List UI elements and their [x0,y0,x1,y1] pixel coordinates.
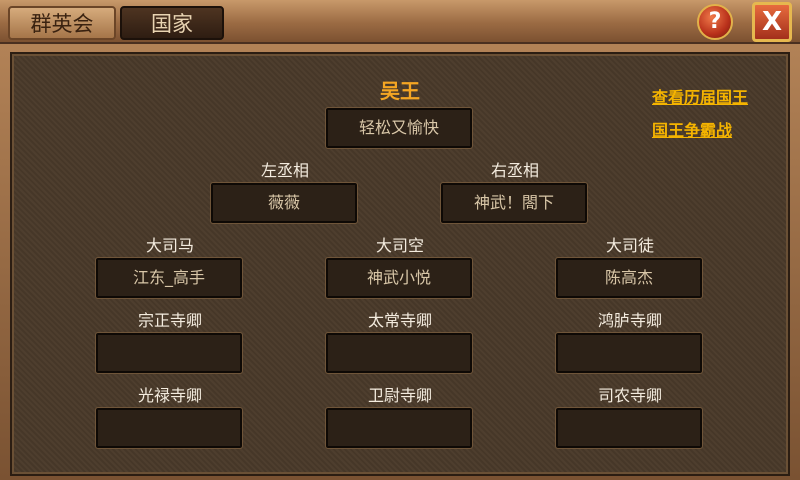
official-title: 大司空 [375,236,424,255]
right-minister-title: 右丞相 [490,161,539,180]
king-battle-link[interactable]: 国王争霸战 [652,117,732,141]
official-title: 卫尉寺卿 [367,386,432,405]
official-slot[interactable] [325,332,473,374]
view-past-kings-link[interactable]: 查看历届国王 [652,84,748,108]
official-slot[interactable] [95,407,243,449]
official-slot[interactable]: 神武小悦 [325,257,473,299]
tab-heroes[interactable]: 群英会 [8,6,116,40]
official-title: 司农寺卿 [597,386,662,405]
official-title: 大司马 [145,236,194,255]
official-title: 宗正寺卿 [137,311,202,330]
tab-country[interactable]: 国家 [120,6,224,40]
official-slot[interactable] [555,407,703,449]
official-title: 鸿胪寺卿 [597,311,662,330]
game-window: 群英会 国家 ? X 吴王 轻松又愉快 查看历届国王 国王争霸战 左丞相 薇薇 … [0,0,800,480]
king-slot[interactable]: 轻松又愉快 [325,107,473,149]
left-minister-title: 左丞相 [260,161,309,180]
official-title: 太常寺卿 [367,311,432,330]
right-minister-slot[interactable]: 神武！閤下 [440,182,588,224]
help-button[interactable]: ? [697,4,733,40]
official-title: 光禄寺卿 [137,386,202,405]
official-slot[interactable]: 江东_高手 [95,257,243,299]
close-button[interactable]: X [752,2,792,42]
king-title: 吴王 [380,79,420,103]
official-title: 大司徒 [605,236,654,255]
top-bar: 群英会 国家 ? X [0,0,800,44]
official-slot[interactable] [555,332,703,374]
official-slot[interactable] [325,407,473,449]
left-minister-slot[interactable]: 薇薇 [210,182,358,224]
official-slot[interactable]: 陈高杰 [555,257,703,299]
official-slot[interactable] [95,332,243,374]
